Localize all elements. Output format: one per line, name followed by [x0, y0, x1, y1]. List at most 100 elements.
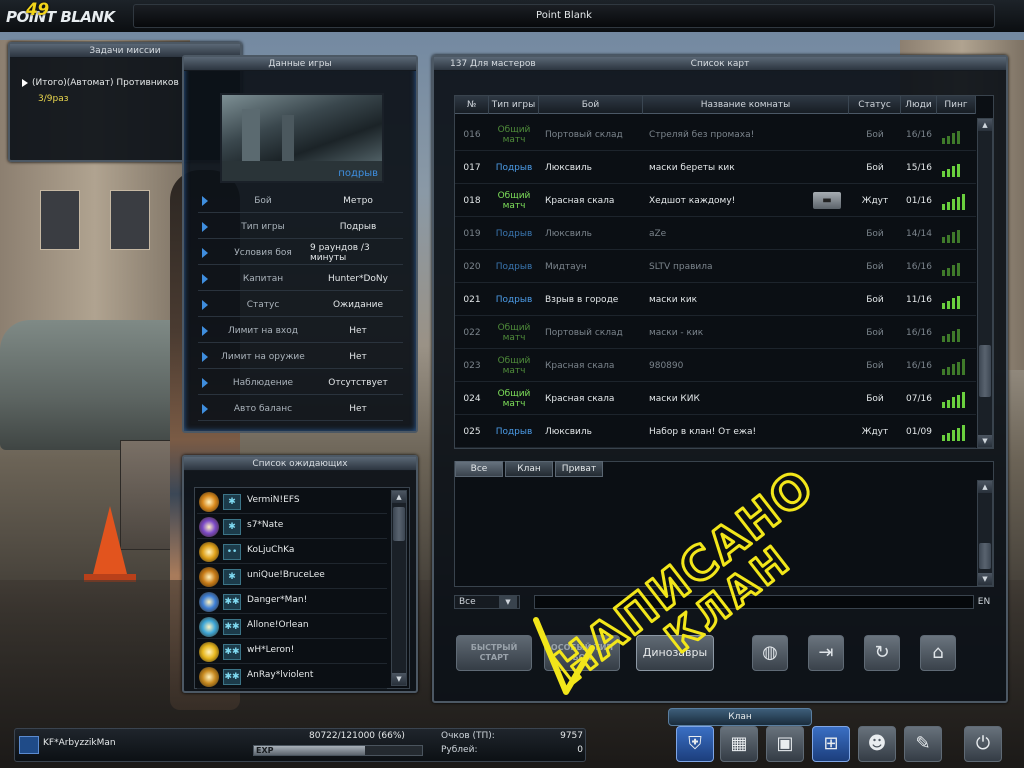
- room-map: Портовый склад: [545, 327, 623, 338]
- scroll-down-button[interactable]: ▼: [978, 435, 992, 447]
- game-data-key: Условия боя: [234, 248, 292, 258]
- rank-icon: [199, 667, 219, 687]
- waiting-player-row[interactable]: ✱✱ wH*Leron!: [197, 640, 387, 664]
- waiting-player-row[interactable]: •• KoLjuChKa: [197, 540, 387, 564]
- player-status-bar: KF*ArbyzzikMan 80722/121000 (66%) EXP Оч…: [14, 728, 586, 762]
- scroll-up-button[interactable]: ▲: [978, 481, 992, 493]
- player-name: s7*Nate: [247, 520, 284, 530]
- scroll-up-button[interactable]: ▲: [978, 119, 992, 131]
- arrow-icon: [202, 326, 208, 336]
- scroll-thumb[interactable]: [393, 507, 405, 541]
- waiting-player-row[interactable]: ✱ s7*Nate: [197, 515, 387, 539]
- shop-cart-button[interactable]: ⊞: [812, 726, 850, 762]
- waiting-list[interactable]: ✱ VermiN!EFS ✱ s7*Nate •• KoLjuChKa ✱ un…: [194, 487, 410, 689]
- chat-input[interactable]: [534, 595, 974, 609]
- game-data-row: Наблюдение Отсутствует: [198, 371, 403, 395]
- column-header[interactable]: Статус: [849, 96, 901, 114]
- inventory-button[interactable]: ▦: [720, 726, 758, 762]
- ping-bars-icon: [942, 425, 968, 441]
- column-header[interactable]: Пинг: [937, 96, 976, 114]
- room-row[interactable]: 016 Общий матч Портовый склад Стреляй бе…: [455, 118, 976, 151]
- tab-private[interactable]: Приват: [555, 461, 603, 477]
- room-row[interactable]: 020 Подрыв Мидтаун SLTV правила Бой 16/1…: [455, 250, 976, 283]
- mission-task[interactable]: (Итого)(Автомат) Противников: [22, 78, 179, 88]
- room-map: Люксвиль: [545, 162, 592, 173]
- ping-bar: [952, 331, 955, 342]
- room-people: 01/16: [906, 195, 932, 206]
- column-header[interactable]: Тип игры: [489, 96, 539, 114]
- scroll-up-button[interactable]: ▲: [392, 491, 406, 503]
- wrench-icon: ✎: [915, 733, 931, 754]
- scroll-thumb[interactable]: [979, 543, 991, 569]
- tab-all[interactable]: Все: [455, 461, 503, 477]
- column-header[interactable]: Люди: [901, 96, 937, 114]
- room-mode: Общий матч: [497, 190, 531, 211]
- tab-clan[interactable]: Клан: [505, 461, 553, 477]
- language-indicator[interactable]: EN: [974, 595, 994, 609]
- room-name: маски береты кик: [649, 162, 735, 173]
- column-header[interactable]: Название комнаты: [643, 96, 849, 114]
- rank-icon: [199, 542, 219, 562]
- ping-bar: [952, 133, 955, 144]
- ping-bar: [942, 270, 945, 276]
- ping-bar: [947, 234, 950, 243]
- room-row[interactable]: 019 Подрыв Люксвиль aZe Бой 14/14: [455, 217, 976, 250]
- points-value: 9757: [560, 731, 583, 741]
- room-table-scrollbar[interactable]: ▲ ▼: [977, 118, 993, 448]
- column-header[interactable]: Бой: [539, 96, 643, 114]
- game-logo: POINT BLANK 49: [2, 0, 130, 30]
- room-map: Красная скала: [545, 360, 615, 371]
- room-status: Бой: [866, 294, 884, 305]
- exit-game-button[interactable]: ⏻: [964, 726, 1002, 762]
- clan-mark-icon: ✱: [223, 519, 241, 535]
- ping-bars-icon: [942, 128, 968, 144]
- arrow-icon: [202, 196, 208, 206]
- chat-channel-select[interactable]: Все ▼: [454, 595, 520, 609]
- room-number: 022: [463, 327, 481, 338]
- room-row[interactable]: 024 Общий матч Красная скала маски КИК Б…: [455, 382, 976, 415]
- dinosaurs-button[interactable]: Динозавры: [636, 635, 714, 671]
- shop-bag-button[interactable]: ▣: [766, 726, 804, 762]
- room-row[interactable]: 023 Общий матч Красная скала 980890 Бой …: [455, 349, 976, 382]
- quick-start-button[interactable]: БЫСТРЫЙ СТАРТ: [456, 635, 532, 671]
- create-room-button[interactable]: ⌂: [920, 635, 956, 671]
- waiting-player-row[interactable]: ✱✱ Allone!Orlean: [197, 615, 387, 639]
- arrow-icon: [202, 352, 208, 362]
- mission-progress: 3/9раз: [38, 94, 69, 104]
- ping-bar: [947, 366, 950, 375]
- ping-bar: [942, 336, 945, 342]
- clan-mark-icon: ✱: [223, 569, 241, 585]
- server-select-button[interactable]: ◍: [752, 635, 788, 671]
- player-name: Danger*Man!: [247, 595, 308, 605]
- exit-room-button[interactable]: ⇥: [808, 635, 844, 671]
- arrow-icon: [202, 378, 208, 388]
- room-row[interactable]: 025 Подрыв Люксвиль Набор в клан! От ежа…: [455, 415, 976, 448]
- waiting-player-row[interactable]: ✱ VermiN!EFS: [197, 490, 387, 514]
- waiting-list-scrollbar[interactable]: ▲ ▼: [391, 490, 407, 686]
- scroll-thumb[interactable]: [979, 345, 991, 397]
- game-data-key: Лимит на оружие: [221, 352, 305, 362]
- waiting-player-row[interactable]: ✱✱ Danger*Man!: [197, 590, 387, 614]
- column-header[interactable]: №: [455, 96, 489, 114]
- game-data-row: Капитан Hunter*DoNy: [198, 267, 403, 291]
- scroll-down-button[interactable]: ▼: [978, 573, 992, 585]
- special-mode-button[interactable]: ОСОБЫЙ ТИП БОЯ: [544, 635, 620, 671]
- ping-bars-icon: [942, 359, 968, 375]
- room-row[interactable]: 017 Подрыв Люксвиль маски береты кик Бой…: [455, 151, 976, 184]
- room-mode: Подрыв: [495, 294, 533, 305]
- room-row[interactable]: 021 Подрыв Взрыв в городе маски кик Бой …: [455, 283, 976, 316]
- scroll-down-button[interactable]: ▼: [392, 673, 406, 685]
- chat-scrollbar[interactable]: ▲ ▼: [977, 480, 993, 586]
- game-data-value: Ожидание: [332, 300, 384, 310]
- room-row[interactable]: 018 Общий матч Красная скала Хедшот кажд…: [455, 184, 976, 217]
- settings-button[interactable]: ✎: [904, 726, 942, 762]
- community-button[interactable]: ☻: [858, 726, 896, 762]
- refresh-button[interactable]: ↻: [864, 635, 900, 671]
- game-data-value: Нет: [349, 326, 367, 336]
- waiting-player-row[interactable]: ✱✱ AnRay*lviolent: [197, 665, 387, 689]
- game-data-row: Лимит на вход Нет: [198, 319, 403, 343]
- waiting-player-row[interactable]: ✱ uniQue!BruceLee: [197, 565, 387, 589]
- room-row[interactable]: 022 Общий матч Портовый склад маски - ки…: [455, 316, 976, 349]
- clan-button[interactable]: ⛨: [676, 726, 714, 762]
- ping-bar: [942, 369, 945, 375]
